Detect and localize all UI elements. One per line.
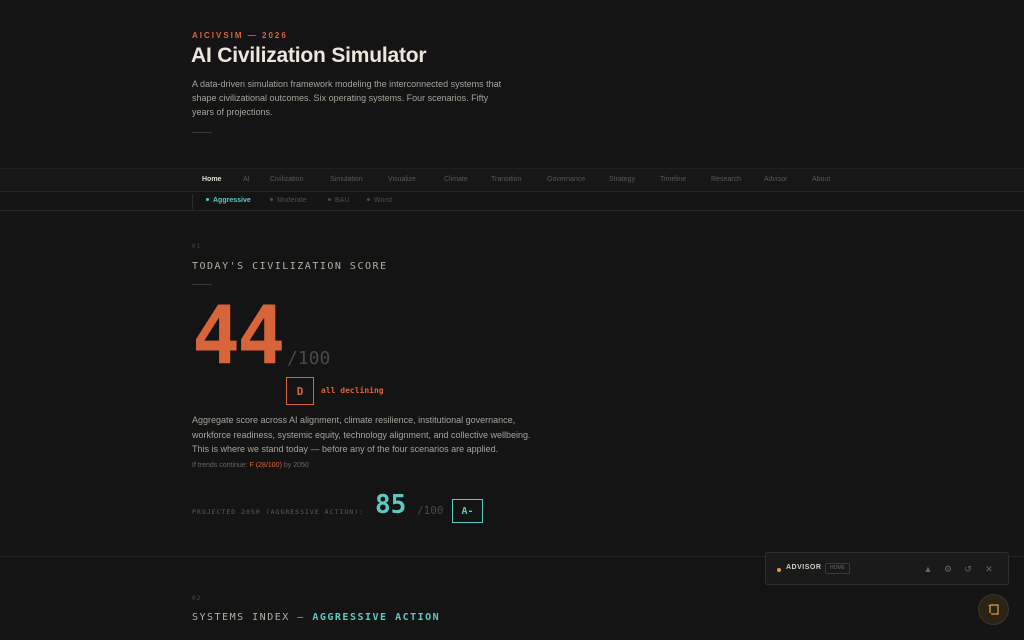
section-number: 01 [192, 243, 202, 250]
refresh-icon[interactable]: ↺ [962, 563, 974, 575]
nav-item-civilization[interactable]: Civilization [270, 176, 303, 183]
context-badge: HOME [825, 563, 850, 574]
dot-icon [206, 197, 209, 201]
trend-projection: If trends continue: F (28/100) by 2050 [192, 462, 309, 469]
triangle-icon[interactable]: ▲ [922, 563, 934, 575]
nav-item-governance[interactable]: Governance [547, 176, 585, 183]
nav-item-ai[interactable]: AI [243, 176, 250, 183]
section-title: TODAY'S CIVILIZATION SCORE [192, 261, 388, 272]
scenario-tab-bau[interactable]: BAU [328, 197, 349, 204]
dot-icon [270, 197, 273, 201]
section-number: 02 [192, 595, 202, 602]
scenario-tabs: Aggressive Moderate BAU Worst [0, 192, 1024, 211]
nav-item-advisor[interactable]: Advisor [764, 176, 787, 183]
advisor-label: ADVISOR [786, 564, 822, 571]
projected-out-of: /100 [417, 504, 444, 517]
projected-score: 85 [375, 490, 407, 520]
hero: AICIVSIM — 2026 AI Civilization Simulato… [0, 0, 1024, 168]
projected-label: PROJECTED 2050 (AGGRESSIVE ACTION): [192, 508, 364, 516]
nav-item-simulation[interactable]: Simulation [330, 176, 363, 183]
nav-item-research[interactable]: Research [711, 176, 741, 183]
dot-icon [367, 197, 370, 201]
score-out-of: /100 [287, 348, 331, 369]
dot-icon [328, 197, 331, 201]
divider [192, 132, 212, 133]
nav-item-strategy[interactable]: Strategy [609, 176, 635, 183]
nav-item-transition[interactable]: Transition [491, 176, 521, 183]
trend-projection-value: F (28/100) [249, 462, 282, 469]
scenario-tab-aggressive[interactable]: Aggressive [206, 197, 251, 204]
nav-item-climate[interactable]: Climate [444, 176, 468, 183]
hero-description: A data-driven simulation framework model… [192, 79, 502, 117]
eyebrow: AICIVSIM — 2026 [192, 31, 288, 40]
section-title: SYSTEMS INDEX — AGGRESSIVE ACTION [192, 612, 441, 623]
advisor-panel[interactable]: ADVISOR HOME ▲ ⚙ ↺ ✕ [765, 552, 1009, 585]
page-title: AI Civilization Simulator [191, 44, 427, 67]
nav-item-about[interactable]: About [812, 176, 830, 183]
grade-badge: D [286, 377, 314, 405]
score-description: Aggregate score across AI alignment, cli… [192, 415, 531, 455]
divider [192, 284, 212, 285]
nav-item-visualize[interactable]: Visualize [388, 176, 416, 183]
divider [192, 194, 193, 209]
nav-item-home[interactable]: Home [202, 176, 221, 183]
civilization-score: 44 [192, 289, 285, 382]
trend-label: all declining [321, 386, 384, 395]
status-dot-icon [777, 568, 781, 572]
gear-icon[interactable]: ⚙ [942, 563, 954, 575]
main-nav: Home AI Civilization Simulation Visualiz… [0, 168, 1024, 192]
book-icon [988, 604, 999, 615]
nav-item-timeline[interactable]: Timeline [660, 176, 686, 183]
scenario-tab-moderate[interactable]: Moderate [270, 197, 307, 204]
scenario-tab-worst[interactable]: Worst [367, 197, 392, 204]
projected-grade-badge: A- [452, 499, 483, 523]
close-icon[interactable]: ✕ [983, 563, 995, 575]
advisor-toggle-button[interactable] [978, 594, 1009, 625]
